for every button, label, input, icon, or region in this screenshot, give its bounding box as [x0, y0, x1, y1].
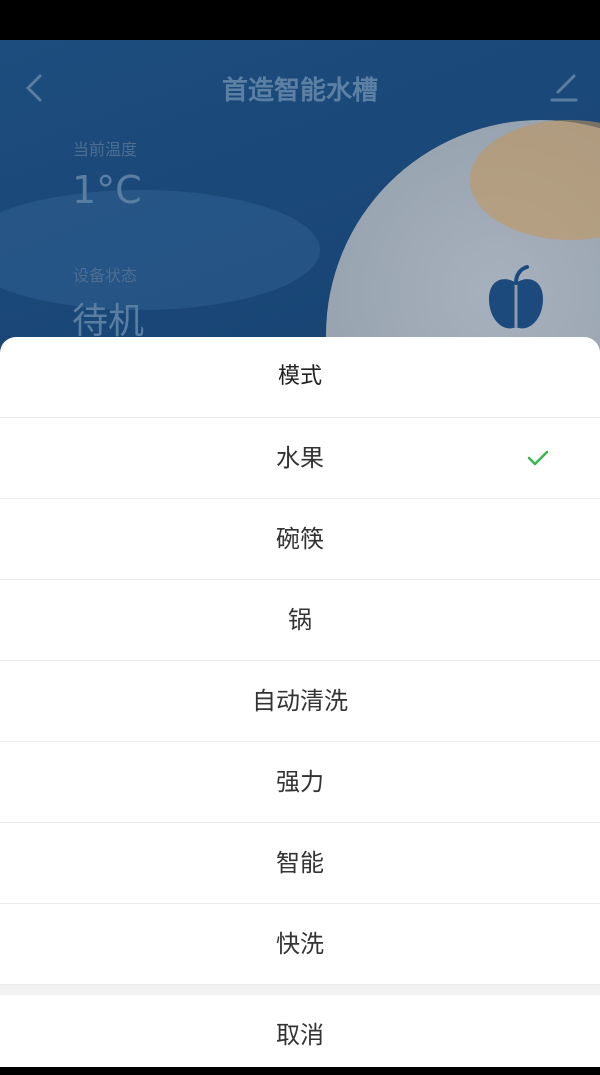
status-bar [0, 0, 600, 40]
edit-button[interactable] [548, 70, 580, 104]
mode-option-label: 水果 [276, 444, 324, 472]
mode-option-label: 快洗 [276, 930, 324, 958]
mode-option-strong[interactable]: 强力 [0, 742, 600, 823]
mode-action-sheet: 模式 水果 碗筷 锅 自动清洗 强力 智能 快洗 取消 [0, 337, 600, 1067]
check-icon [527, 450, 549, 466]
apple-icon [489, 265, 543, 329]
sheet-title: 模式 [0, 337, 600, 418]
edit-icon [550, 74, 578, 102]
mode-option-smart[interactable]: 智能 [0, 823, 600, 904]
sheet-divider [0, 985, 600, 995]
mode-option-dishes[interactable]: 碗筷 [0, 499, 600, 580]
mode-option-pot[interactable]: 锅 [0, 580, 600, 661]
mode-option-auto-clean[interactable]: 自动清洗 [0, 661, 600, 742]
mode-option-quick-wash[interactable]: 快洗 [0, 904, 600, 985]
background-wave [0, 190, 320, 310]
mode-option-label: 碗筷 [276, 525, 324, 553]
mode-option-label: 强力 [276, 768, 324, 796]
mode-option-label: 智能 [276, 849, 324, 877]
temperature-value: 1°C [72, 168, 142, 212]
mode-option-fruit[interactable]: 水果 [0, 418, 600, 499]
page-title: 首造智能水槽 [221, 76, 378, 106]
mode-option-label: 自动清洗 [252, 687, 348, 715]
cancel-button[interactable]: 取消 [0, 995, 600, 1075]
device-status-label: 设备状态 [73, 266, 138, 285]
mode-option-label: 锅 [288, 606, 312, 634]
temperature-label: 当前温度 [73, 140, 138, 159]
